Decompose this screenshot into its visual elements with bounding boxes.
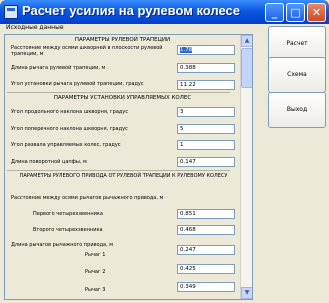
lever3-label: Рычаг 3 xyxy=(85,287,106,293)
scroll-thumb[interactable] xyxy=(241,48,252,88)
scroll-up-button[interactable]: ▲ xyxy=(241,35,252,47)
app-window: Расчет усилия на рулевом колесе _ □ ✕ Ис… xyxy=(0,0,329,303)
exit-button[interactable]: Выход xyxy=(268,92,326,128)
lever-length-label: Длина рычага рулевой трапеции, м xyxy=(11,65,106,71)
knuckle-length-field[interactable]: 0.147 xyxy=(177,157,235,167)
lever-angle-field[interactable]: 11.22 xyxy=(177,80,235,90)
scroll-down-button[interactable]: ▼ xyxy=(241,287,252,299)
lever-length-field[interactable]: 0.388 xyxy=(177,63,235,73)
section-divider xyxy=(7,170,230,171)
lever1-field[interactable]: 0.247 xyxy=(177,245,235,255)
section-title-wheels: ПАРАМЕТРЫ УСТАНОВКИ УПРАВЛЯЕМЫХ КОЛЕС xyxy=(53,95,192,101)
section-title-drive: ПАРАМЕТРЫ РУЛЕВОГО ПРИВОДА ОТ РУЛЕВОЙ ТР… xyxy=(19,173,228,179)
camber-field[interactable]: 1 xyxy=(177,140,235,150)
app-icon xyxy=(4,5,18,19)
input-data-panel: ПАРАМЕТРЫ РУЛЕВОЙ ТРАПЕЦИИ Расстояние ме… xyxy=(4,34,253,300)
transverse-tilt-field[interactable]: 5 xyxy=(177,124,235,134)
lever1-label: Рычаг 1 xyxy=(85,252,106,258)
knuckle-length-label: Длина поворотной цапфы, м xyxy=(11,159,87,165)
lever-angle-label: Угол установки рычага рулевой трапеции, … xyxy=(11,81,144,87)
kingpin-distance-value: 1.78 xyxy=(180,47,193,53)
scheme-button[interactable]: Схема xyxy=(268,57,326,93)
vertical-scrollbar[interactable]: ▲ ▼ xyxy=(240,35,252,299)
kingpin-distance-field[interactable]: 1.78 xyxy=(177,45,235,55)
lever-axes-label: Расстояние между осями рычагов рычажного… xyxy=(11,195,164,201)
longitudinal-tilt-label: Угол продольного наклона шкворня, градус xyxy=(11,109,129,115)
second-quad-label: Второго четырехзвенника xyxy=(33,227,103,233)
lever3-field[interactable]: 0.349 xyxy=(177,282,235,292)
kingpin-distance-label: Расстояние между осями шкворней в плоско… xyxy=(11,45,163,57)
title-bar[interactable]: Расчет усилия на рулевом колесе _ □ ✕ xyxy=(0,0,329,24)
close-button[interactable]: ✕ xyxy=(307,3,326,22)
first-quad-field[interactable]: 0.851 xyxy=(177,209,235,219)
camber-label: Угол развала управляемых колес, градус xyxy=(11,142,121,148)
first-quad-label: Первого четырехзвенника xyxy=(33,211,103,217)
section-divider xyxy=(7,92,230,93)
minimize-button[interactable]: _ xyxy=(265,3,284,22)
lever2-field[interactable]: 0.425 xyxy=(177,264,235,274)
menu-item-input-data[interactable]: Исходные данные xyxy=(6,24,64,31)
window-title: Расчет усилия на рулевом колесе xyxy=(22,3,240,18)
section-title-trapezoid: ПАРАМЕТРЫ РУЛЕВОЙ ТРАПЕЦИИ xyxy=(74,37,171,43)
maximize-button[interactable]: □ xyxy=(286,3,305,22)
lever-lengths-label: Длина рычагов рычажного привода, м xyxy=(11,242,114,248)
second-quad-field[interactable]: 0.468 xyxy=(177,225,235,235)
longitudinal-tilt-field[interactable]: 3 xyxy=(177,107,235,117)
transverse-tilt-label: Угол поперечного наклона шкворня, градус xyxy=(11,126,128,132)
lever2-label: Рычаг 2 xyxy=(85,269,106,275)
